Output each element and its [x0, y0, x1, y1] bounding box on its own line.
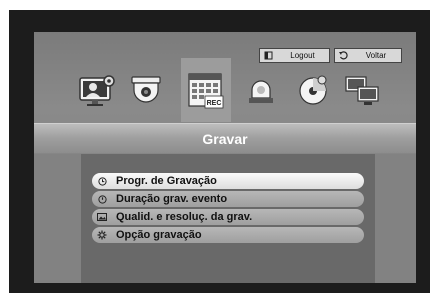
gear-icon — [92, 230, 112, 240]
clock-icon — [92, 176, 112, 186]
event-alarm-icon[interactable] — [244, 76, 278, 111]
menu-item-label: Duração grav. evento — [116, 193, 228, 205]
rec-badge: REC — [207, 100, 222, 107]
network-icon[interactable] — [344, 74, 382, 113]
menu-item-label: Qualid. e resoluç. da grav. — [116, 211, 253, 223]
menu-item-event-duration[interactable]: Duração grav. evento — [92, 191, 364, 207]
menu-item-record-schedule[interactable]: Progr. de Gravação — [92, 173, 364, 189]
menu-item-label: Progr. de Gravação — [116, 175, 217, 187]
top-buttons: Logout Voltar — [259, 48, 402, 63]
back-arrow-icon — [335, 51, 351, 60]
menu-item-record-option[interactable]: Opção gravação — [92, 227, 364, 243]
menu-item-label: Opção gravação — [116, 229, 202, 241]
logout-label: Logout — [290, 51, 315, 60]
right-panel — [375, 154, 416, 283]
menu-item-quality-resolution[interactable]: Qualid. e resoluç. da grav. — [92, 209, 364, 225]
record-icon[interactable]: REC — [187, 70, 225, 117]
timer-icon — [92, 194, 112, 204]
voltar-button[interactable]: Voltar — [334, 48, 402, 63]
camera-icon[interactable] — [129, 76, 163, 111]
record-menu: Progr. de Gravação Duração grav. evento … — [92, 173, 364, 245]
section-title: Gravar — [202, 130, 248, 147]
monitor-frame: Logout Voltar REC Gravar Progr. de Grava… — [9, 10, 430, 293]
voltar-label: Voltar — [365, 51, 387, 60]
left-panel — [34, 154, 81, 283]
image-icon — [92, 213, 112, 221]
dvr-screen: Logout Voltar REC Gravar Progr. de Grava… — [34, 32, 416, 283]
display-setup-icon[interactable] — [78, 74, 116, 113]
toolbar-icons: REC — [74, 58, 384, 122]
logout-button[interactable]: Logout — [259, 48, 330, 63]
logout-icon — [260, 51, 276, 60]
backup-disc-icon[interactable] — [296, 74, 330, 111]
section-title-bar: Gravar — [34, 123, 416, 153]
